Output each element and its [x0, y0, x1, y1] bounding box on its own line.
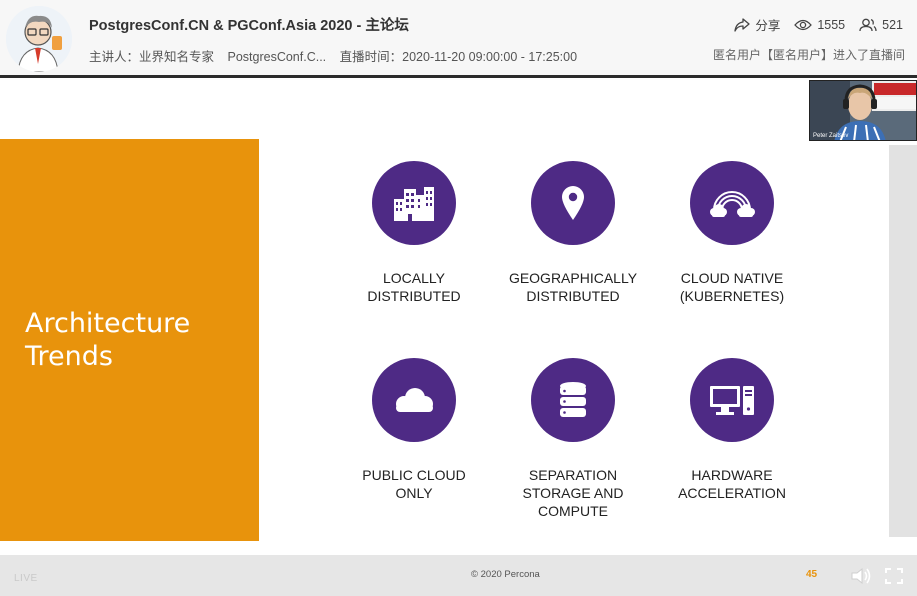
speaker-video — [810, 81, 916, 140]
tile-label: SEPARATION STORAGE AND COMPUTE — [522, 467, 624, 519]
presentation-slide: Architecture Trends LOCALLY DISTRIBUTED … — [0, 81, 917, 555]
cloud-icon — [396, 388, 433, 412]
eye-icon — [794, 19, 813, 30]
live-badge: LIVE — [14, 573, 38, 584]
slide-heading: Architecture Trends — [25, 308, 191, 372]
player-footer: LIVE © 2020 Percona 45 — [0, 555, 917, 596]
join-notice: 匿名用户【匿名用户】进入了直播间 — [712, 48, 905, 62]
rainbow-clouds-icon — [710, 191, 755, 217]
share-button[interactable]: 分享 — [734, 15, 780, 34]
map-pin-icon — [562, 186, 584, 220]
tile-separation-storage: SEPARATION STORAGE AND COMPUTE — [493, 358, 653, 520]
stream-title: PostgresConf.CN & PGConf.Asia 2020 - 主论坛 — [89, 18, 409, 34]
speaker-label: 主讲人：业界知名专家 — [89, 50, 215, 64]
computer-icon — [710, 386, 754, 415]
host-avatar[interactable] — [6, 6, 72, 72]
stream-meta: 主讲人：业界知名专家 PostgresConf.C... 直播时间：2020-1… — [89, 46, 587, 65]
buildings-icon — [394, 187, 434, 221]
tile-label: CLOUD NATIVE (KUBERNETES) — [679, 270, 785, 304]
database-icon — [560, 382, 586, 417]
tile-label: LOCALLY DISTRIBUTED — [367, 270, 461, 304]
tile-hardware-acceleration: HARDWARE ACCELERATION — [652, 358, 812, 502]
tile-label: GEOGRAPHICALLY DISTRIBUTED — [508, 270, 638, 304]
slide-accent-panel: Architecture Trends — [0, 139, 259, 541]
volume-icon — [851, 567, 871, 585]
participant-count-value: 521 — [882, 17, 903, 32]
share-icon — [734, 17, 750, 32]
share-label: 分享 — [755, 19, 781, 33]
organizer-link[interactable]: PostgresConf.C... — [228, 50, 327, 64]
view-count-value: 1555 — [817, 17, 846, 32]
speaker-webcam[interactable]: Peter Zaitsev — [809, 80, 917, 141]
people-icon — [859, 18, 877, 31]
view-count: 1555 — [794, 18, 845, 32]
participant-count: 521 — [859, 18, 903, 32]
webcam-name-label: Peter Zaitsev — [813, 133, 849, 139]
fullscreen-button[interactable] — [884, 567, 904, 590]
tile-public-cloud: PUBLIC CLOUD ONLY — [334, 358, 494, 502]
slide-copyright: © 2020 Percona — [471, 569, 540, 580]
tile-label: PUBLIC CLOUD ONLY — [362, 467, 466, 501]
tile-geographically-distributed: GEOGRAPHICALLY DISTRIBUTED — [493, 161, 653, 305]
broadcast-time: 直播时间：2020-11-20 09:00:00 - 17:25:00 — [339, 50, 578, 64]
volume-button[interactable] — [850, 567, 872, 590]
tile-locally-distributed: LOCALLY DISTRIBUTED — [334, 161, 494, 305]
stream-header: PostgresConf.CN & PGConf.Asia 2020 - 主论坛… — [0, 0, 917, 78]
slide-side-bar — [889, 145, 917, 537]
tile-label: HARDWARE ACCELERATION — [678, 467, 786, 501]
stream-stats: 分享 1555 521 — [726, 15, 903, 34]
fullscreen-icon — [885, 568, 903, 584]
tile-cloud-native: CLOUD NATIVE (KUBERNETES) — [652, 161, 812, 305]
slide-page-number: 45 — [806, 569, 818, 580]
